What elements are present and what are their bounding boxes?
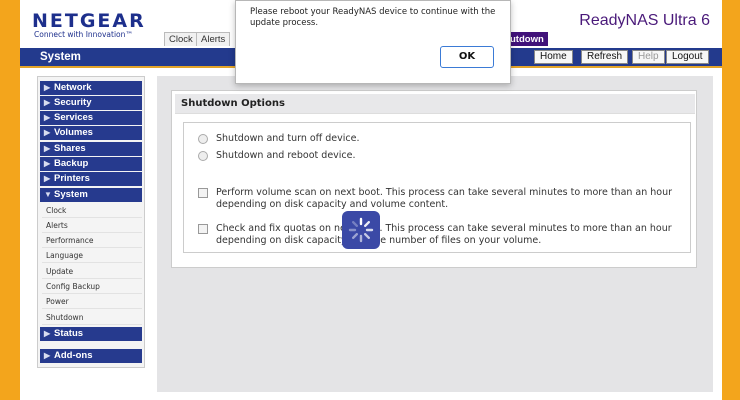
sidebar-item-shares[interactable]: ▶ Shares [40, 142, 142, 156]
tab-clock[interactable]: Clock [164, 32, 198, 46]
sidebar-item-label: Security [54, 97, 92, 108]
sidebar-item-label: Printers [54, 173, 90, 184]
chevron-right-icon: ▶ [44, 144, 51, 153]
option-shutdown-off[interactable]: Shutdown and turn off device. [198, 133, 678, 145]
reboot-alert-dialog: Please reboot your ReadyNAS device to co… [235, 0, 511, 84]
sidebar-item-label: Network [54, 82, 92, 93]
chevron-right-icon: ▶ [44, 98, 51, 107]
quota-check-checkbox[interactable] [198, 224, 208, 234]
home-button[interactable]: Home [534, 50, 573, 64]
chevron-right-icon: ▶ [44, 159, 51, 168]
chevron-down-icon: ▼ [44, 190, 52, 199]
sidebar-item-backup[interactable]: ▶ Backup [40, 157, 142, 171]
options-box: Shutdown and turn off device. Shutdown a… [183, 122, 691, 253]
section-title: System [40, 51, 81, 63]
sidebar-subitem-shutdown[interactable]: Shutdown [42, 311, 142, 325]
option-label: Shutdown and reboot device. [216, 150, 356, 161]
volume-scan-checkbox[interactable] [198, 188, 208, 198]
option-label: Check and fix quotas on next boot. This … [216, 223, 672, 246]
ok-button[interactable]: OK [440, 46, 494, 68]
product-name: ReadyNAS Ultra 6 [579, 12, 710, 29]
chevron-right-icon: ▶ [44, 113, 51, 122]
panel-header: Shutdown Options [175, 94, 695, 114]
shutdown-reboot-radio[interactable] [198, 151, 208, 161]
option-volume-scan[interactable]: Perform volume scan on next boot. This p… [198, 187, 678, 211]
sidebar-item-services[interactable]: ▶ Services [40, 111, 142, 125]
chevron-right-icon: ▶ [44, 329, 51, 338]
sidebar-subitem-config-backup[interactable]: Config Backup [42, 280, 142, 294]
option-quota-check[interactable]: Check and fix quotas on next boot. This … [198, 223, 678, 247]
refresh-button[interactable]: Refresh [581, 50, 629, 64]
spinner-icon [348, 217, 374, 243]
logo-tagline: Connect with Innovation™ [34, 30, 133, 39]
sidebar-item-label: System [54, 189, 88, 200]
sidebar-subitem-power[interactable]: Power [42, 295, 142, 309]
dialog-message: Please reboot your ReadyNAS device to co… [250, 7, 496, 28]
help-button[interactable]: Help [632, 50, 665, 64]
sidebar-item-label: Services [54, 112, 94, 123]
sidebar-subitem-performance[interactable]: Performance [42, 234, 142, 248]
sidebar-item-security[interactable]: ▶ Security [40, 96, 142, 110]
option-label: Perform volume scan on next boot. This p… [216, 187, 673, 210]
sidebar-item-label: Backup [54, 158, 89, 169]
panel-title: Shutdown Options [181, 98, 285, 109]
sidebar-subitem-clock[interactable]: Clock [42, 204, 142, 218]
sidebar-item-network[interactable]: ▶ Network [40, 81, 142, 95]
sidebar-item-system[interactable]: ▼ System [40, 188, 142, 202]
sidebar-item-status[interactable]: ▶ Status [40, 327, 142, 341]
tab-shutdown[interactable]: utdown [506, 32, 548, 46]
chevron-right-icon: ▶ [44, 83, 51, 92]
sidebar-item-label: Volumes [54, 127, 93, 138]
chevron-right-icon: ▶ [44, 174, 51, 183]
chevron-right-icon: ▶ [44, 128, 51, 137]
sidebar-item-label: Add-ons [54, 350, 93, 361]
tab-alerts[interactable]: Alerts [196, 32, 231, 46]
sidebar: ▶ Network ▶ Security ▶ Services ▶ Volumes ▶ S… [37, 76, 145, 368]
chevron-right-icon: ▶ [44, 351, 51, 360]
netgear-logo: NETGEAR [32, 10, 146, 32]
sidebar-item-label: Status [54, 328, 84, 339]
shutdown-off-radio[interactable] [198, 134, 208, 144]
main-content: Shutdown Options Shutdown and turn off d… [157, 76, 713, 392]
sidebar-subitem-alerts[interactable]: Alerts [42, 219, 142, 233]
sidebar-item-addons[interactable]: ▶ Add-ons [40, 349, 142, 363]
logout-button[interactable]: Logout [666, 50, 709, 64]
sidebar-item-label: Shares [54, 143, 86, 154]
sidebar-item-printers[interactable]: ▶ Printers [40, 172, 142, 186]
sidebar-subitem-language[interactable]: Language [42, 249, 142, 263]
shutdown-options-panel: Shutdown Options Shutdown and turn off d… [171, 90, 697, 268]
loading-spinner-icon [342, 211, 380, 249]
sidebar-subitem-update[interactable]: Update [42, 265, 142, 279]
sidebar-item-volumes[interactable]: ▶ Volumes [40, 126, 142, 140]
option-label: Shutdown and turn off device. [216, 133, 360, 144]
option-shutdown-reboot[interactable]: Shutdown and reboot device. [198, 150, 678, 162]
